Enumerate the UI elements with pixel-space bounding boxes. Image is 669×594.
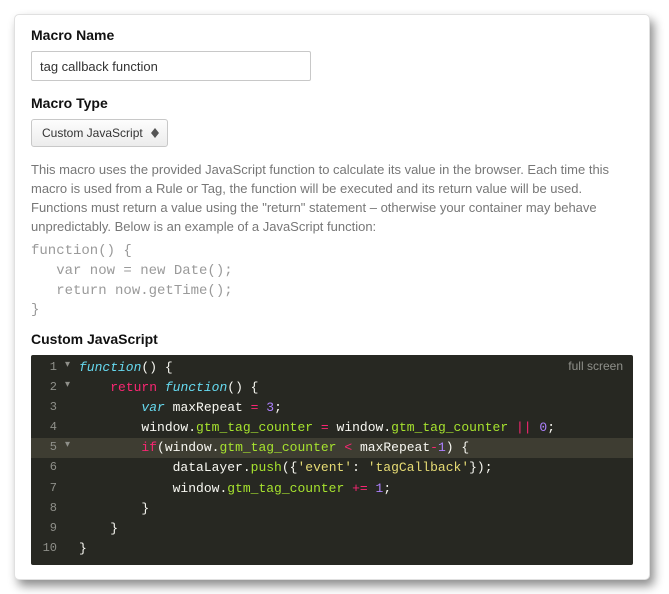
code-content[interactable]: return function() { [75,378,258,398]
macro-editor-panel: Macro Name Macro Type Custom JavaScript … [14,14,650,580]
code-content[interactable]: function() { [75,358,173,378]
code-line[interactable]: 1▾function() { [31,358,633,378]
fold-icon[interactable]: ▾ [65,378,75,394]
line-number: 4 [31,418,65,437]
code-line[interactable]: 3 var maxRepeat = 3; [31,398,633,418]
line-number: 6 [31,458,65,477]
code-line[interactable]: 7 window.gtm_tag_counter += 1; [31,479,633,499]
code-line[interactable]: 9 } [31,519,633,539]
code-line[interactable]: 6 dataLayer.push({'event': 'tagCallback'… [31,458,633,478]
macro-name-label: Macro Name [31,27,633,43]
line-number: 9 [31,519,65,538]
line-number: 10 [31,539,65,558]
macro-name-input[interactable] [31,51,311,81]
code-line[interactable]: 5▾ if(window.gtm_tag_counter < maxRepeat… [31,438,633,458]
line-number: 1 [31,358,65,377]
code-line[interactable]: 10} [31,539,633,559]
sample-code: function() { var now = new Date(); retur… [31,242,633,320]
macro-type-label: Macro Type [31,95,633,111]
fold-icon[interactable]: ▾ [65,358,75,374]
code-editor[interactable]: full screen 1▾function() {2▾ return func… [31,355,633,565]
code-line[interactable]: 8 } [31,499,633,519]
macro-type-select[interactable]: Custom JavaScript [31,119,168,147]
code-content[interactable]: } [75,519,118,539]
custom-js-label: Custom JavaScript [31,331,633,347]
fullscreen-link[interactable]: full screen [568,359,623,373]
macro-description: This macro uses the provided JavaScript … [31,161,633,236]
code-content[interactable]: if(window.gtm_tag_counter < maxRepeat-1)… [75,438,469,458]
line-number: 5 [31,438,65,457]
fold-icon[interactable]: ▾ [65,438,75,454]
code-line[interactable]: 2▾ return function() { [31,378,633,398]
code-content[interactable]: } [75,499,149,519]
line-number: 2 [31,378,65,397]
code-line[interactable]: 4 window.gtm_tag_counter = window.gtm_ta… [31,418,633,438]
code-content[interactable]: } [75,539,87,559]
line-number: 3 [31,398,65,417]
macro-type-selected: Custom JavaScript [42,126,143,140]
line-number: 7 [31,479,65,498]
code-content[interactable]: window.gtm_tag_counter += 1; [75,479,391,499]
line-number: 8 [31,499,65,518]
code-content[interactable]: var maxRepeat = 3; [75,398,282,418]
code-content[interactable]: dataLayer.push({'event': 'tagCallback'})… [75,458,493,478]
updown-icon [151,128,159,138]
code-content[interactable]: window.gtm_tag_counter = window.gtm_tag_… [75,418,555,438]
